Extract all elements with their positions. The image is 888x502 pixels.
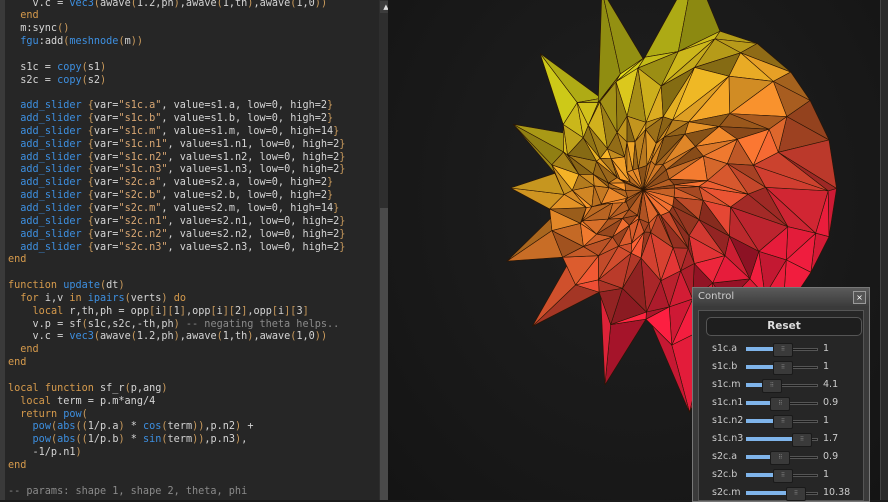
slider-value: 1 bbox=[823, 415, 830, 426]
code-line[interactable]: s1c = copy(s1) bbox=[8, 62, 345, 75]
code-line[interactable]: add_slider {var="s1c.n2", value=s1.n2, l… bbox=[8, 152, 345, 165]
slider-row-s1c-n1: s1c.n1 ⠿ 0.9 bbox=[699, 396, 869, 411]
slider-label: s1c.b bbox=[712, 361, 738, 372]
code-line[interactable]: pow(abs((1/p.a) * cos(term)),p.n2) + bbox=[8, 421, 345, 434]
code-line[interactable] bbox=[8, 49, 345, 62]
slider-row-s1c-a: s1c.a ⠿ 1 bbox=[699, 342, 869, 357]
control-panel: Control × Reset s1c.a ⠿ 1 s1c.b ⠿ 1 s1c.m ⠿ 4.1 s… bbox=[692, 287, 870, 502]
code-editor[interactable]: v.c = vec3(awave(1.2,ph),awave(1,th),awa… bbox=[0, 0, 388, 500]
slider-value: 1.7 bbox=[823, 433, 839, 444]
code-line[interactable]: add_slider {var="s2c.b", value=s2.b, low… bbox=[8, 190, 345, 203]
code-line[interactable]: add_slider {var="s1c.n1", value=s1.n1, l… bbox=[8, 139, 345, 152]
slider-handle[interactable]: ⠿ bbox=[770, 451, 791, 465]
code-line[interactable]: local r,th,ph = opp[i][1],opp[i][2],opp[… bbox=[8, 306, 345, 319]
close-icon[interactable]: × bbox=[853, 291, 866, 304]
code-line[interactable]: -- params: shape 1, shape 2, theta, phi bbox=[8, 486, 345, 499]
code-line[interactable]: s2c = copy(s2) bbox=[8, 75, 345, 88]
slider-handle[interactable]: ⠿ bbox=[773, 469, 793, 483]
slider-handle[interactable]: ⠿ bbox=[791, 433, 812, 447]
slider-label: s2c.a bbox=[712, 451, 738, 462]
slider-fill bbox=[746, 383, 762, 387]
slider-fill bbox=[746, 455, 771, 459]
slider-value: 1 bbox=[823, 469, 830, 480]
slider-label: s1c.m bbox=[712, 379, 741, 390]
slider-handle[interactable]: ⠿ bbox=[786, 487, 806, 501]
code-line[interactable]: local term = p.m*ang/4 bbox=[8, 396, 345, 409]
slider-label: s2c.m bbox=[712, 487, 741, 498]
slider-value: 1 bbox=[823, 343, 830, 354]
code-line[interactable]: local function sf_r(p,ang) bbox=[8, 383, 345, 396]
slider-fill bbox=[746, 491, 786, 495]
code-line[interactable]: v.c = vec3(awave(1.2,ph),awave(1,th),awa… bbox=[8, 0, 345, 10]
slider-label: s2c.b bbox=[712, 469, 738, 480]
slider-row-s2c-m: s2c.m ⠿ 10.38 bbox=[699, 486, 869, 501]
code-line[interactable]: -1/p.n1) bbox=[8, 447, 345, 460]
slider-fill bbox=[746, 473, 773, 477]
slider-label: s1c.n2 bbox=[712, 415, 744, 426]
slider-handle[interactable]: ⠿ bbox=[773, 343, 793, 357]
slider-row-s1c-m: s1c.m ⠿ 4.1 bbox=[699, 378, 869, 393]
scroll-up-icon[interactable]: ▲ bbox=[380, 1, 388, 13]
code-line[interactable]: add_slider {var="s2c.m", value=s2.m, low… bbox=[8, 203, 345, 216]
code-line[interactable]: add_slider {var="s2c.n2", value=s2.n2, l… bbox=[8, 229, 345, 242]
code-text[interactable]: v.c = vec3(awave(1.2,ph),awave(1,th),awa… bbox=[8, 0, 345, 498]
slider-label: s1c.n3 bbox=[712, 433, 744, 444]
slider-row-s1c-n2: s1c.n2 ⠿ 1 bbox=[699, 414, 869, 429]
code-line[interactable]: add_slider {var="s2c.n1", value=s2.n1, l… bbox=[8, 216, 345, 229]
mesh-face bbox=[827, 188, 837, 237]
slider-fill bbox=[746, 347, 773, 351]
code-line[interactable]: v.p = sf(s1c,s2c,-th,ph) -- negating the… bbox=[8, 319, 345, 332]
code-line[interactable]: add_slider {var="s1c.n3", value=s1.n3, l… bbox=[8, 164, 345, 177]
code-line[interactable]: end bbox=[8, 460, 345, 473]
slider-value: 1 bbox=[823, 361, 830, 372]
slider-fill bbox=[746, 419, 773, 423]
slider-value: 0.9 bbox=[823, 397, 839, 408]
code-line[interactable]: m:sync() bbox=[8, 23, 345, 36]
mesh-face bbox=[604, 318, 647, 386]
viewport-scrollbar[interactable] bbox=[880, 0, 888, 500]
slider-handle[interactable]: ⠿ bbox=[761, 379, 782, 393]
code-line[interactable]: for i,v in ipairs(verts) do bbox=[8, 293, 345, 306]
code-line[interactable]: add_slider {var="s1c.a", value=s1.a, low… bbox=[8, 100, 345, 113]
code-line[interactable] bbox=[8, 267, 345, 280]
slider-row-s1c-n3: s1c.n3 ⠿ 1.7 bbox=[699, 432, 869, 447]
code-line[interactable] bbox=[8, 87, 345, 100]
editor-scrollbar[interactable]: ▲ bbox=[379, 0, 388, 500]
slider-row-s2c-a: s2c.a ⠿ 0.9 bbox=[699, 450, 869, 465]
reset-button[interactable]: Reset bbox=[706, 317, 862, 336]
control-title: Control bbox=[693, 288, 869, 306]
slider-fill bbox=[746, 437, 792, 441]
code-line[interactable]: return pow( bbox=[8, 409, 345, 422]
slider-label: s1c.a bbox=[712, 343, 738, 354]
slider-fill bbox=[746, 401, 771, 405]
scrollbar-thumb[interactable] bbox=[380, 208, 388, 500]
code-line[interactable]: add_slider {var="s2c.a", value=s2.a, low… bbox=[8, 177, 345, 190]
code-line[interactable]: end bbox=[8, 254, 345, 267]
code-line[interactable]: fgu:add(meshnode(m)) bbox=[8, 36, 345, 49]
slider-handle[interactable]: ⠿ bbox=[773, 415, 793, 429]
slider-value: 10.38 bbox=[823, 487, 851, 498]
code-line[interactable]: add_slider {var="s2c.n3", value=s2.n3, l… bbox=[8, 242, 345, 255]
code-line[interactable] bbox=[8, 473, 345, 486]
code-line[interactable]: add_slider {var="s1c.b", value=s1.b, low… bbox=[8, 113, 345, 126]
code-line[interactable]: end bbox=[8, 10, 345, 23]
code-line[interactable] bbox=[8, 370, 345, 383]
slider-row-s1c-b: s1c.b ⠿ 1 bbox=[699, 360, 869, 375]
code-line[interactable]: end bbox=[8, 357, 345, 370]
slider-fill bbox=[746, 365, 773, 369]
code-line[interactable]: v.c = vec3(awave(1.2,ph),awave(1,th),awa… bbox=[8, 331, 345, 344]
slider-value: 4.1 bbox=[823, 379, 839, 390]
slider-handle[interactable]: ⠿ bbox=[773, 361, 793, 375]
code-line[interactable]: end bbox=[8, 344, 345, 357]
slider-row-s2c-b: s2c.b ⠿ 1 bbox=[699, 468, 869, 483]
slider-value: 0.9 bbox=[823, 451, 839, 462]
code-line[interactable]: function update(dt) bbox=[8, 280, 345, 293]
code-line[interactable]: add_slider {var="s1c.m", value=s1.m, low… bbox=[8, 126, 345, 139]
control-body: Reset s1c.a ⠿ 1 s1c.b ⠿ 1 s1c.m ⠿ 4.1 s1c.n1 ⠿ 0.9 s… bbox=[698, 310, 864, 501]
slider-handle[interactable]: ⠿ bbox=[770, 397, 791, 411]
slider-label: s1c.n1 bbox=[712, 397, 744, 408]
code-line[interactable]: pow(abs((1/p.b) * sin(term)),p.n3), bbox=[8, 434, 345, 447]
